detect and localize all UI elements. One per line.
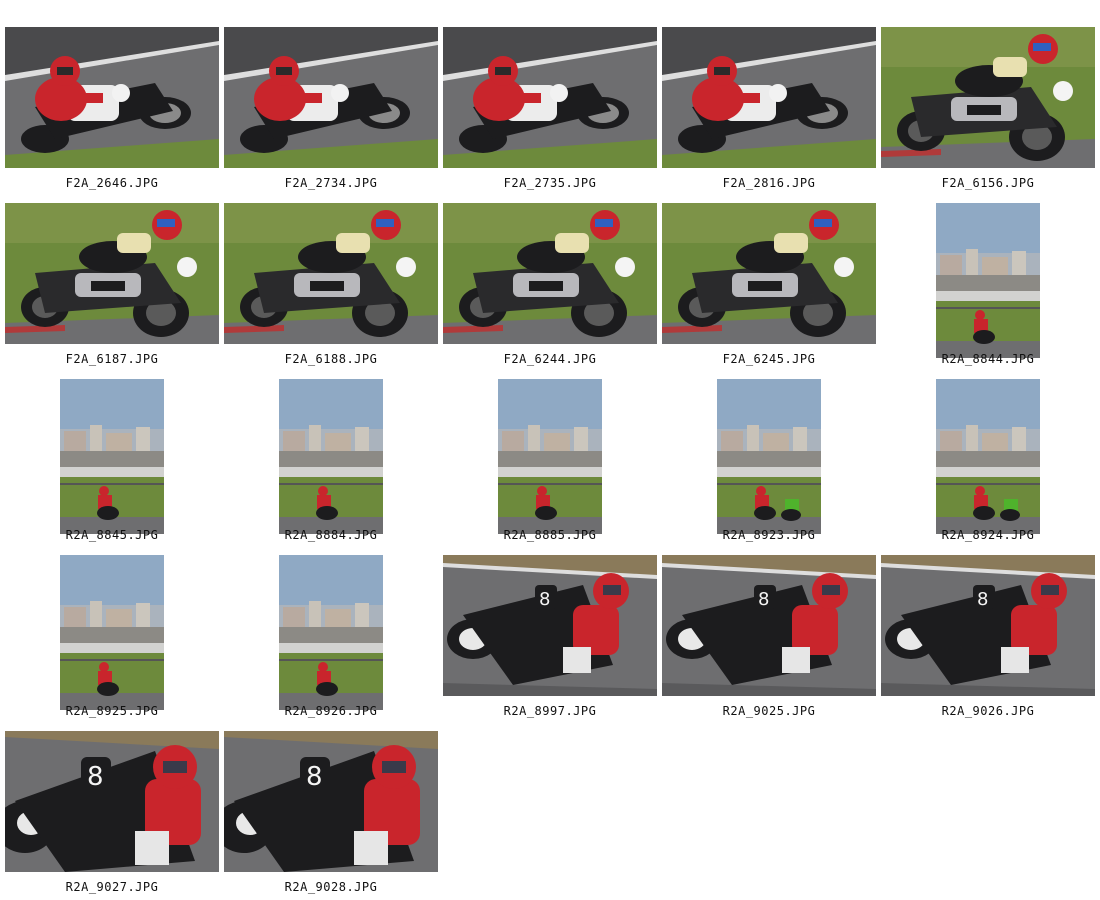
thumbnail-frame — [662, 203, 876, 344]
thumbnail-image[interactable] — [936, 379, 1040, 534]
thumbnail-image[interactable]: 8 — [5, 731, 219, 872]
thumbnail-filename[interactable]: R2A_9025.JPG — [662, 704, 876, 718]
thumbnail-frame — [224, 551, 438, 710]
thumbnail-image[interactable] — [224, 27, 438, 168]
thumbnail-frame: 8 — [224, 731, 438, 872]
thumbnail-item[interactable]: F2A_2646.JPG — [5, 27, 219, 203]
thumbnail-filename[interactable]: F2A_2816.JPG — [662, 176, 876, 190]
thumbnail-frame — [224, 375, 438, 534]
thumbnail-image[interactable]: 8 — [224, 731, 438, 872]
thumbnail-image[interactable] — [224, 203, 438, 344]
thumbnail-frame — [662, 27, 876, 168]
thumbnail-item[interactable]: 8 R2A_9027.JPG — [5, 731, 219, 900]
thumbnail-item[interactable]: 8 R2A_9028.JPG — [224, 731, 438, 900]
thumbnail-filename[interactable]: R2A_8924.JPG — [881, 528, 1095, 542]
thumbnail-frame: 8 — [662, 555, 876, 696]
thumbnail-image[interactable] — [662, 27, 876, 168]
thumbnail-filename[interactable]: F2A_6245.JPG — [662, 352, 876, 366]
thumbnail-filename[interactable]: R2A_8926.JPG — [224, 704, 438, 718]
thumbnail-frame: 8 — [5, 731, 219, 872]
thumbnail-frame — [881, 199, 1095, 358]
thumbnail-item[interactable]: R2A_8845.JPG — [5, 379, 219, 555]
thumbnail-filename[interactable]: R2A_8844.JPG — [881, 352, 1095, 366]
svg-text:8: 8 — [977, 589, 988, 610]
thumbnail-filename[interactable]: F2A_6156.JPG — [881, 176, 1095, 190]
thumbnail-image[interactable] — [5, 27, 219, 168]
thumbnail-frame — [881, 27, 1095, 168]
thumbnail-filename[interactable]: R2A_8845.JPG — [5, 528, 219, 542]
thumbnail-item[interactable]: F2A_2816.JPG — [662, 27, 876, 203]
thumbnail-filename[interactable]: F2A_6188.JPG — [224, 352, 438, 366]
thumbnail-frame: 8 — [443, 555, 657, 696]
thumbnail-image[interactable] — [936, 203, 1040, 358]
thumbnail-image[interactable] — [443, 27, 657, 168]
thumbnail-filename[interactable]: F2A_2734.JPG — [224, 176, 438, 190]
thumbnail-image[interactable] — [498, 379, 602, 534]
thumbnail-frame — [443, 203, 657, 344]
thumbnail-image[interactable] — [279, 555, 383, 710]
thumbnail-item[interactable]: R2A_8925.JPG — [5, 555, 219, 731]
thumbnail-filename[interactable]: R2A_8925.JPG — [5, 704, 219, 718]
thumbnail-image[interactable] — [60, 555, 164, 710]
thumbnail-image[interactable] — [662, 203, 876, 344]
thumbnail-item[interactable]: 8 R2A_9026.JPG — [881, 555, 1095, 731]
thumbnail-image[interactable] — [717, 379, 821, 534]
thumbnail-frame — [443, 375, 657, 534]
thumbnail-filename[interactable]: R2A_9027.JPG — [5, 880, 219, 894]
thumbnail-image[interactable]: 8 — [662, 555, 876, 696]
thumbnail-frame — [5, 551, 219, 710]
thumbnail-image[interactable] — [60, 379, 164, 534]
thumbnail-item[interactable]: 8 R2A_8997.JPG — [443, 555, 657, 731]
thumbnail-item[interactable]: R2A_8923.JPG — [662, 379, 876, 555]
thumbnail-filename[interactable]: R2A_8997.JPG — [443, 704, 657, 718]
thumbnail-frame — [5, 375, 219, 534]
thumbnail-frame: 8 — [881, 555, 1095, 696]
thumbnail-filename[interactable]: R2A_8884.JPG — [224, 528, 438, 542]
thumbnail-frame — [5, 27, 219, 168]
thumbnail-frame — [662, 375, 876, 534]
svg-text:8: 8 — [87, 762, 104, 792]
thumbnail-item[interactable]: F2A_6156.JPG — [881, 27, 1095, 203]
thumbnail-filename[interactable]: F2A_6187.JPG — [5, 352, 219, 366]
thumbnail-item[interactable]: R2A_8924.JPG — [881, 379, 1095, 555]
thumbnail-image[interactable]: 8 — [881, 555, 1095, 696]
thumbnail-item[interactable]: F2A_6244.JPG — [443, 203, 657, 379]
thumbnail-frame — [224, 203, 438, 344]
thumbnail-grid: F2A_2646.JPG F2A_2734.JPG F2A_2735.JPG F… — [0, 0, 1100, 900]
svg-text:8: 8 — [758, 589, 769, 610]
svg-text:8: 8 — [306, 762, 323, 792]
thumbnail-frame — [224, 27, 438, 168]
thumbnail-item[interactable]: 8 R2A_9025.JPG — [662, 555, 876, 731]
thumbnail-item[interactable]: F2A_6188.JPG — [224, 203, 438, 379]
thumbnail-item[interactable]: F2A_6187.JPG — [5, 203, 219, 379]
svg-text:8: 8 — [539, 589, 550, 610]
thumbnail-item[interactable]: R2A_8844.JPG — [881, 203, 1095, 379]
thumbnail-filename[interactable]: R2A_9028.JPG — [224, 880, 438, 894]
thumbnail-image[interactable] — [881, 27, 1095, 168]
thumbnail-filename[interactable]: F2A_2735.JPG — [443, 176, 657, 190]
thumbnail-item[interactable]: F2A_2734.JPG — [224, 27, 438, 203]
thumbnail-frame — [881, 375, 1095, 534]
thumbnail-item[interactable]: R2A_8885.JPG — [443, 379, 657, 555]
thumbnail-frame — [443, 27, 657, 168]
thumbnail-image[interactable] — [279, 379, 383, 534]
thumbnail-filename[interactable]: R2A_8923.JPG — [662, 528, 876, 542]
thumbnail-item[interactable]: F2A_6245.JPG — [662, 203, 876, 379]
thumbnail-filename[interactable]: R2A_9026.JPG — [881, 704, 1095, 718]
thumbnail-item[interactable]: R2A_8884.JPG — [224, 379, 438, 555]
thumbnail-image[interactable] — [5, 203, 219, 344]
thumbnail-filename[interactable]: R2A_8885.JPG — [443, 528, 657, 542]
thumbnail-frame — [5, 203, 219, 344]
thumbnail-item[interactable]: F2A_2735.JPG — [443, 27, 657, 203]
thumbnail-filename[interactable]: F2A_6244.JPG — [443, 352, 657, 366]
thumbnail-image[interactable] — [443, 203, 657, 344]
thumbnail-filename[interactable]: F2A_2646.JPG — [5, 176, 219, 190]
thumbnail-item[interactable]: R2A_8926.JPG — [224, 555, 438, 731]
thumbnail-image[interactable]: 8 — [443, 555, 657, 696]
